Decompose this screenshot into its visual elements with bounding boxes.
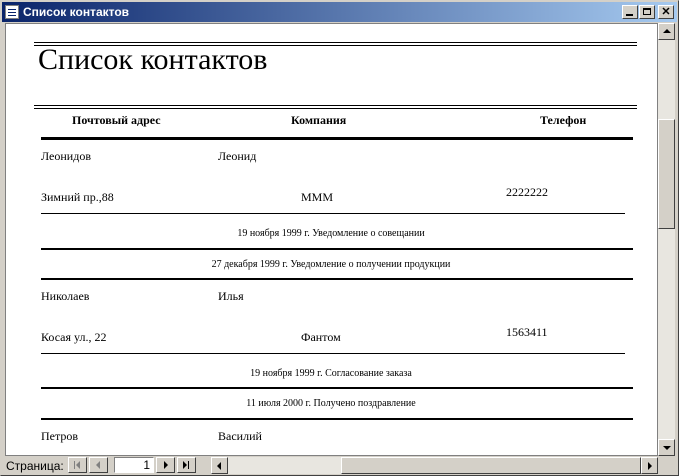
report-preview[interactable]: Список контактов Почтовый адрес Компания… [5,23,658,456]
record-note: 11 июля 2000 г. Получено поздравление [246,398,416,409]
record-note: 27 декабря 1999 г. Уведомление о получен… [211,259,451,270]
record-last-name: Николаев [41,289,90,303]
title-bottom-rule [34,105,637,106]
vertical-scrollbar[interactable] [658,23,675,456]
close-button[interactable]: ✕ [658,5,674,19]
minimize-icon [626,14,633,16]
minimize-button[interactable] [622,5,638,19]
scroll-right-button[interactable] [641,457,658,474]
record-first-name: Леонид [218,149,257,163]
note-divider [41,248,633,250]
arrow-down-icon [663,446,671,450]
record-end-rule [41,418,633,420]
arrow-right-icon [648,462,652,470]
resize-grip-icon[interactable] [663,456,678,473]
title-bottom-rule-2 [34,108,637,109]
next-page-button[interactable] [156,457,175,473]
record-last-name: Петров [41,429,79,443]
record-divider [41,353,625,354]
record-phone: 1563411 [506,325,548,339]
window-title: Список контактов [23,5,130,19]
report-window: Список контактов ✕ Список контактов Почт… [0,0,679,476]
close-icon: ✕ [661,5,671,18]
record-end-rule [41,278,633,280]
page-label: Страница: [6,459,64,473]
maximize-icon [643,8,651,15]
scroll-down-button[interactable] [658,439,675,456]
record-company: Фантом [301,330,341,344]
maximize-button[interactable] [639,5,655,19]
horizontal-scrollbar[interactable] [211,457,658,474]
record-last-name: Леонидов [41,149,91,163]
column-header-company: Компания [291,113,347,127]
navigation-bar: Страница: 1 [1,456,678,475]
scroll-up-button[interactable] [658,23,675,40]
record-note: 19 ноября 1999 г. Уведомление о совещани… [237,228,425,239]
report-title: Список контактов [38,43,268,76]
record-company: МММ [301,190,334,204]
record-note: 19 ноября 1999 г. Согласование заказа [250,368,412,379]
previous-page-icon [96,461,100,469]
note-divider [41,387,633,389]
vertical-scroll-thumb[interactable] [658,119,675,229]
arrow-up-icon [663,29,671,33]
previous-page-button[interactable] [89,457,108,473]
report-icon[interactable] [5,5,19,19]
first-page-icon [74,461,75,469]
column-header-phone: Телефон [540,113,587,127]
arrow-left-icon [217,462,221,470]
column-header-address: Почтовый адрес [72,113,161,127]
record-first-name: Илья [218,289,244,303]
record-address: Зимний пр.,88 [41,190,114,204]
record-address: Косая ул., 22 [41,330,107,344]
record-divider [41,213,625,214]
scroll-left-button[interactable] [211,457,228,474]
last-page-button[interactable] [177,457,196,473]
horizontal-scroll-thumb[interactable] [341,457,641,474]
next-page-icon [164,461,168,469]
record-phone: 2222222 [506,185,548,199]
record-first-name: Василий [218,429,262,443]
page-number-field[interactable]: 1 [114,457,154,473]
last-page-icon [183,461,187,469]
first-page-button[interactable] [68,457,87,473]
header-rule [41,137,633,140]
title-bar[interactable]: Список контактов ✕ [2,2,677,22]
